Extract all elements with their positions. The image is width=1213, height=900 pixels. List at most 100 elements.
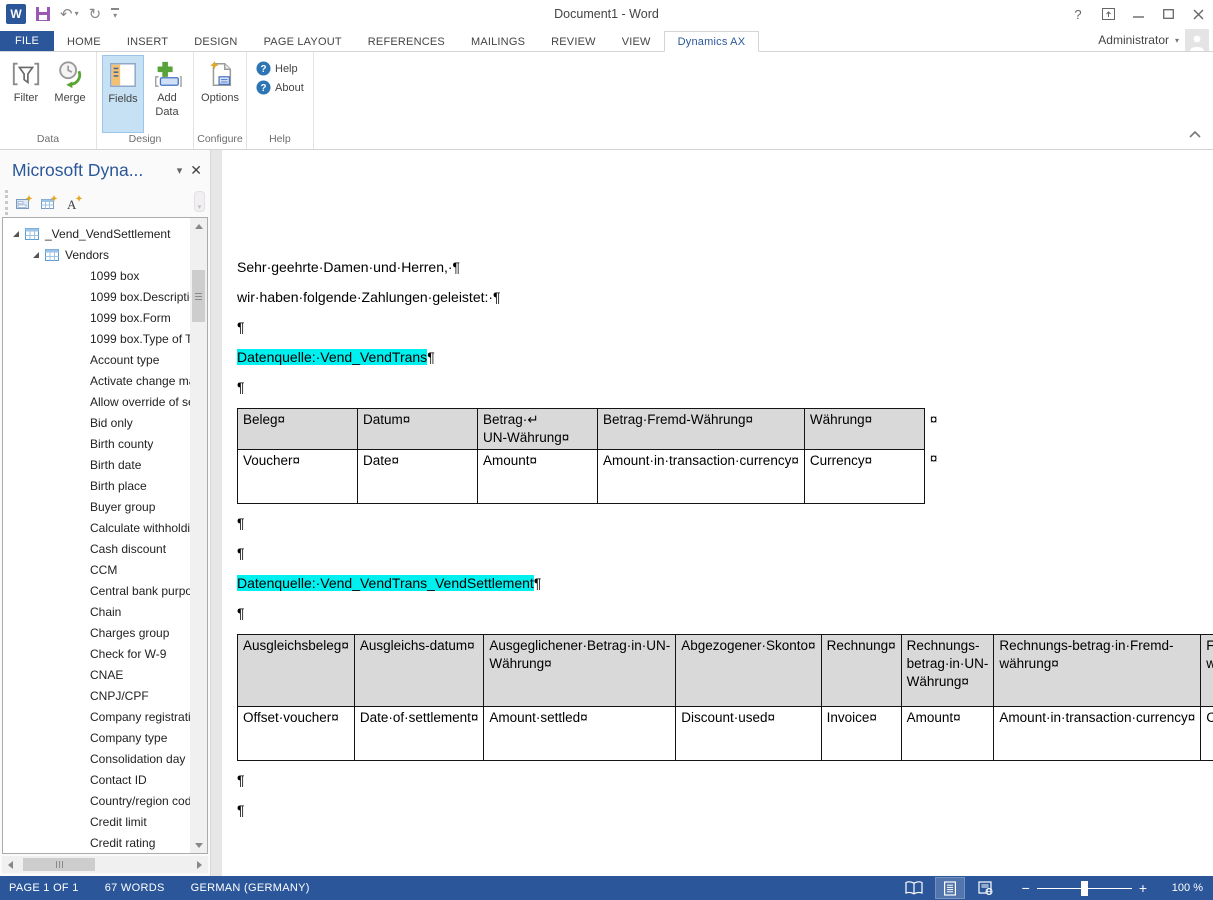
account-widget[interactable]: Administrator ▾ [1098,29,1213,51]
tab-view[interactable]: VIEW [609,32,664,51]
new-form-field-icon[interactable] [16,194,33,211]
tab-insert[interactable]: INSERT [114,32,181,51]
expand-triangle-icon[interactable] [33,251,39,258]
web-layout-button[interactable] [972,878,1000,898]
pane-options-dropdown-icon[interactable]: ▾ [177,164,183,177]
window-title: Document1 - Word [554,7,659,21]
tree-field[interactable]: Check for W-9 [3,643,190,664]
new-text-label-icon[interactable]: A [66,194,83,212]
tab-design[interactable]: DESIGN [181,32,250,51]
redo-button[interactable]: ↻ [89,7,102,22]
tree-field[interactable]: Cash discount [3,538,190,559]
ribbon-tab-row: FILE HOME INSERT DESIGN PAGE LAYOUT REFERENC… [0,28,1213,52]
tree-field[interactable]: Country/region code [3,790,190,811]
tree-field[interactable]: Activate change man [3,370,190,391]
ribbon-group-help: ? Help ? About Help [247,52,314,149]
tree-field[interactable]: 1099 box.Type of Tax [3,328,190,349]
scroll-down-icon[interactable] [190,837,207,853]
tab-dynamics-ax[interactable]: Dynamics AX [663,31,760,52]
filter-button[interactable]: Filter [5,55,47,133]
tree-field[interactable]: 1099 box.Form [3,307,190,328]
tree-field[interactable]: Birth date [3,454,190,475]
save-button[interactable] [36,7,50,21]
scroll-left-icon[interactable] [2,856,19,873]
tab-review[interactable]: REVIEW [538,32,609,51]
tab-page-layout[interactable]: PAGE LAYOUT [251,32,355,51]
close-button[interactable] [1183,0,1213,28]
tree-field[interactable]: Contact ID [3,769,190,790]
header-cell: Beleg¤ [237,408,358,450]
tab-references[interactable]: REFERENCES [355,32,458,51]
scrollbar-thumb[interactable] [23,858,95,871]
fields-button[interactable]: Fields [102,55,144,133]
tree-field[interactable]: CNAE [3,664,190,685]
scroll-up-icon[interactable] [190,218,207,234]
options-button[interactable]: Options [199,55,241,133]
ribbon-display-options-button[interactable] [1093,0,1123,28]
merge-button[interactable]: Merge [49,55,91,133]
tree-horizontal-scrollbar[interactable] [2,856,208,873]
ms-help-button[interactable]: ? [1063,0,1093,28]
undo-button[interactable]: ↶ ▾ [60,7,79,22]
read-mode-button[interactable] [900,878,928,898]
minimize-button[interactable] [1123,0,1153,28]
tree-field[interactable]: Account type [3,349,190,370]
word-count[interactable]: 67 WORDS [105,882,165,894]
zoom-out-button[interactable]: − [1022,881,1030,895]
tree-field[interactable]: Chain [3,601,190,622]
tree-field[interactable]: 1099 box [3,265,190,286]
ribbon-group-data: Filter Merge Data [0,52,97,149]
task-pane-toolbar: A ▾ [5,190,207,215]
tab-file[interactable]: FILE [0,31,55,51]
zoom-level[interactable]: 100 % [1165,882,1203,894]
table-icon [45,248,59,261]
zoom-slider-thumb[interactable] [1080,880,1088,896]
body-cell: Voucher¤ [237,449,358,504]
scroll-right-icon[interactable] [191,856,208,873]
zoom-in-button[interactable]: + [1139,881,1147,895]
tree-field[interactable]: Birth county [3,433,190,454]
customize-quick-access-button[interactable]: ▾ [111,8,120,20]
pane-close-icon[interactable]: ✕ [190,162,202,179]
new-table-icon[interactable] [41,194,58,211]
tree-field[interactable]: Company type [3,727,190,748]
tree-field[interactable]: Credit rating [3,832,190,853]
zoom-slider[interactable] [1036,880,1132,896]
tree-field[interactable]: CNPJ/CPF [3,685,190,706]
document-page[interactable]: Sehr·geehrte·Damen·und·Herren,·¶ wir·habe… [222,150,1213,876]
tab-home[interactable]: HOME [54,32,114,51]
add-data-icon [155,61,182,87]
tree-vertical-scrollbar[interactable] [190,218,207,853]
tree-field[interactable]: Consolidation day [3,748,190,769]
tree-field[interactable]: Allow override of set [3,391,190,412]
expand-triangle-icon[interactable] [13,230,19,237]
language-indicator[interactable]: GERMAN (GERMANY) [191,882,310,894]
add-data-button[interactable]: Add Data [146,55,188,133]
print-layout-button[interactable] [934,877,965,899]
tree-node-root[interactable]: _Vend_VendSettlement [3,223,190,244]
tree-field[interactable]: Central bank purpose [3,580,190,601]
tree-field[interactable]: 1099 box.Description [3,286,190,307]
tree-field[interactable]: Birth place [3,475,190,496]
collapse-ribbon-button[interactable] [1189,125,1201,143]
main-area: Microsoft Dyna... ▾ ✕ A ▾ _Vend_VendSett… [0,150,1213,876]
help-icon: ? [256,61,271,76]
tree-node-vendors[interactable]: Vendors [3,244,190,265]
tree-field[interactable]: Bid only [3,412,190,433]
tree-field[interactable]: Charges group [3,622,190,643]
word-logo-icon[interactable]: W [6,4,26,24]
tab-mailings[interactable]: MAILINGS [458,32,538,51]
tree-field[interactable]: Company registration [3,706,190,727]
pilcrow-mark: ¶ [237,379,245,395]
maximize-button[interactable] [1153,0,1183,28]
page-indicator[interactable]: PAGE 1 OF 1 [9,882,79,894]
tree-field[interactable]: Calculate withholding [3,517,190,538]
tree-field[interactable]: Credit limit [3,811,190,832]
about-button[interactable]: ? About [256,80,304,95]
tree-field[interactable]: Buyer group [3,496,190,517]
help-button[interactable]: ? Help [256,61,304,76]
tree-field[interactable]: CCM [3,559,190,580]
pilcrow-mark: ¶ [237,515,245,531]
undo-dropdown-icon[interactable]: ▾ [75,10,79,18]
scrollbar-thumb[interactable] [192,270,205,322]
